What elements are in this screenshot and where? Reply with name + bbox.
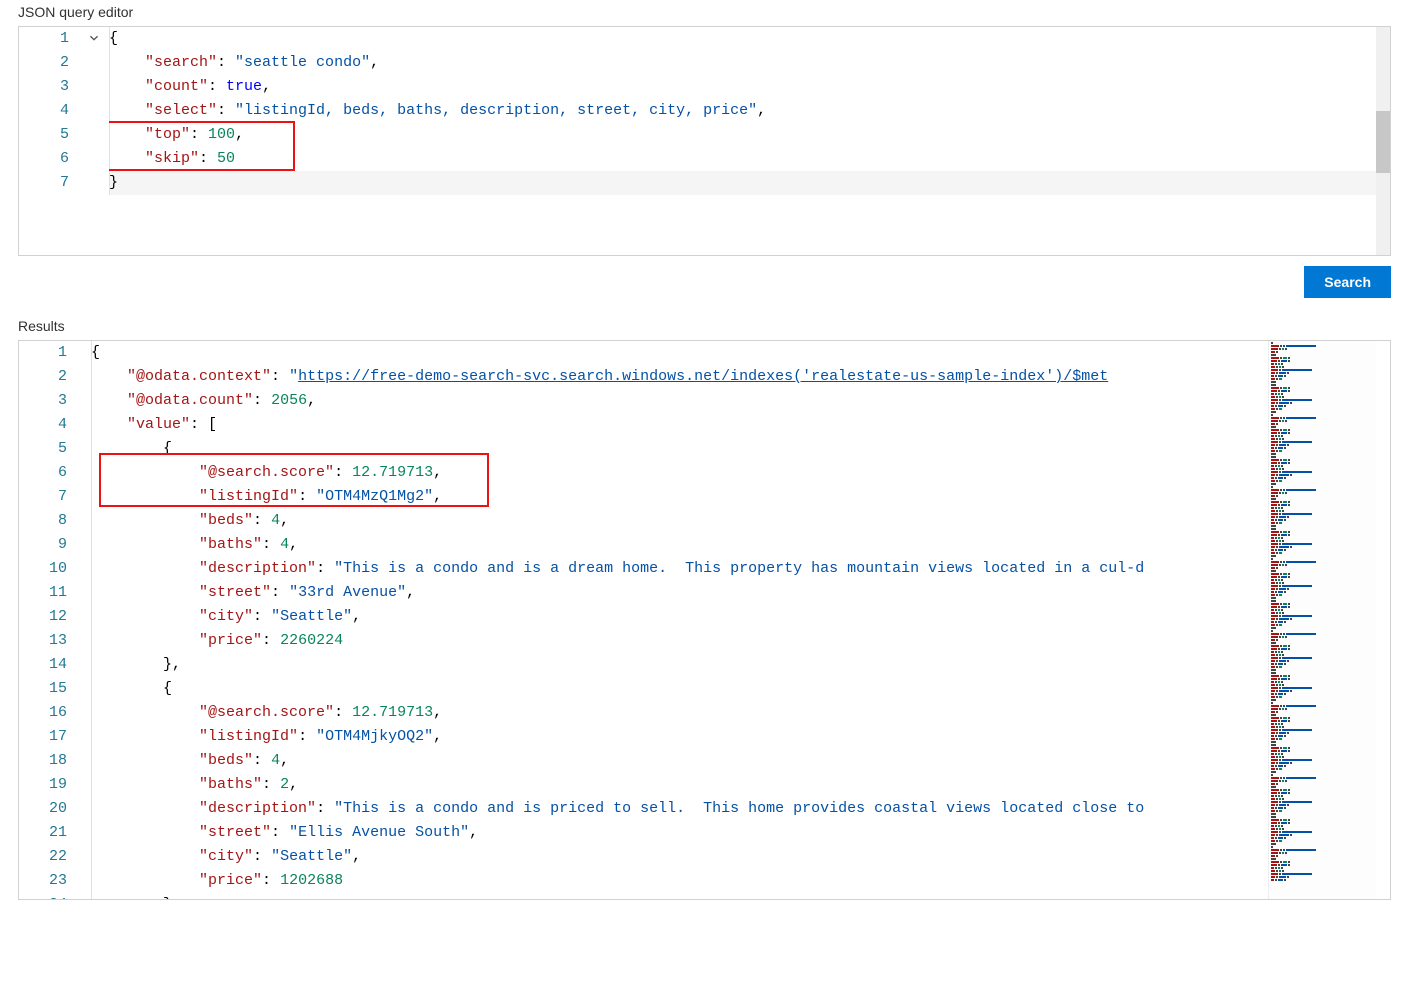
code-line: } (109, 171, 1390, 195)
query-editor[interactable]: 1234567 { "search": "seattle condo", "co… (18, 26, 1391, 256)
code-line: "city": "Seattle", (91, 845, 1390, 869)
query-editor-label: JSON query editor (0, 0, 1405, 24)
code-line: "@search.score": 12.719713, (91, 701, 1390, 725)
code-line: "price": 1202688 (91, 869, 1390, 893)
fold-column (87, 27, 109, 255)
code-line: "beds": 4, (91, 749, 1390, 773)
code-line: "listingId": "OTM4MjkyOQ2", (91, 725, 1390, 749)
code-line: "price": 2260224 (91, 629, 1390, 653)
code-line: "@odata.context": "https://free-demo-sea… (91, 365, 1390, 389)
code-line: "@search.score": 12.719713, (91, 461, 1390, 485)
code-line: "top": 100, (109, 123, 1390, 147)
code-line: "search": "seattle condo", (109, 51, 1390, 75)
code-line: "value": [ (91, 413, 1390, 437)
search-button[interactable]: Search (1304, 266, 1391, 298)
code-line: "description": "This is a condo and is a… (91, 557, 1390, 581)
code-line: "skip": 50 (109, 147, 1390, 171)
code-line: "street": "Ellis Avenue South", (91, 821, 1390, 845)
query-scrollbar-track[interactable] (1376, 27, 1390, 255)
query-scrollbar-thumb[interactable] (1376, 111, 1390, 173)
results-viewer[interactable]: 123456789101112131415161718192021222324 … (18, 340, 1391, 900)
code-line: }, (91, 653, 1390, 677)
code-line: "select": "listingId, beds, baths, descr… (109, 99, 1390, 123)
code-line: "beds": 4, (91, 509, 1390, 533)
results-label: Results (0, 314, 1405, 338)
code-line: { (109, 27, 1390, 51)
chevron-down-icon[interactable] (87, 31, 101, 45)
code-line: "baths": 4, (91, 533, 1390, 557)
code-line: }, (91, 893, 1390, 899)
results-minimap[interactable] (1268, 341, 1376, 899)
query-gutter: 1234567 (19, 27, 87, 255)
code-line: { (91, 677, 1390, 701)
code-line: "city": "Seattle", (91, 605, 1390, 629)
code-line: { (91, 437, 1390, 461)
code-line: "listingId": "OTM4MzQ1Mg2", (91, 485, 1390, 509)
code-line: "baths": 2, (91, 773, 1390, 797)
code-line: { (91, 341, 1390, 365)
code-line: "street": "33rd Avenue", (91, 581, 1390, 605)
results-code[interactable]: { "@odata.context": "https://free-demo-s… (91, 341, 1390, 899)
results-gutter: 123456789101112131415161718192021222324 (19, 341, 91, 899)
query-code[interactable]: { "search": "seattle condo", "count": tr… (109, 27, 1390, 255)
code-line: "count": true, (109, 75, 1390, 99)
code-line: "description": "This is a condo and is p… (91, 797, 1390, 821)
code-line: "@odata.count": 2056, (91, 389, 1390, 413)
